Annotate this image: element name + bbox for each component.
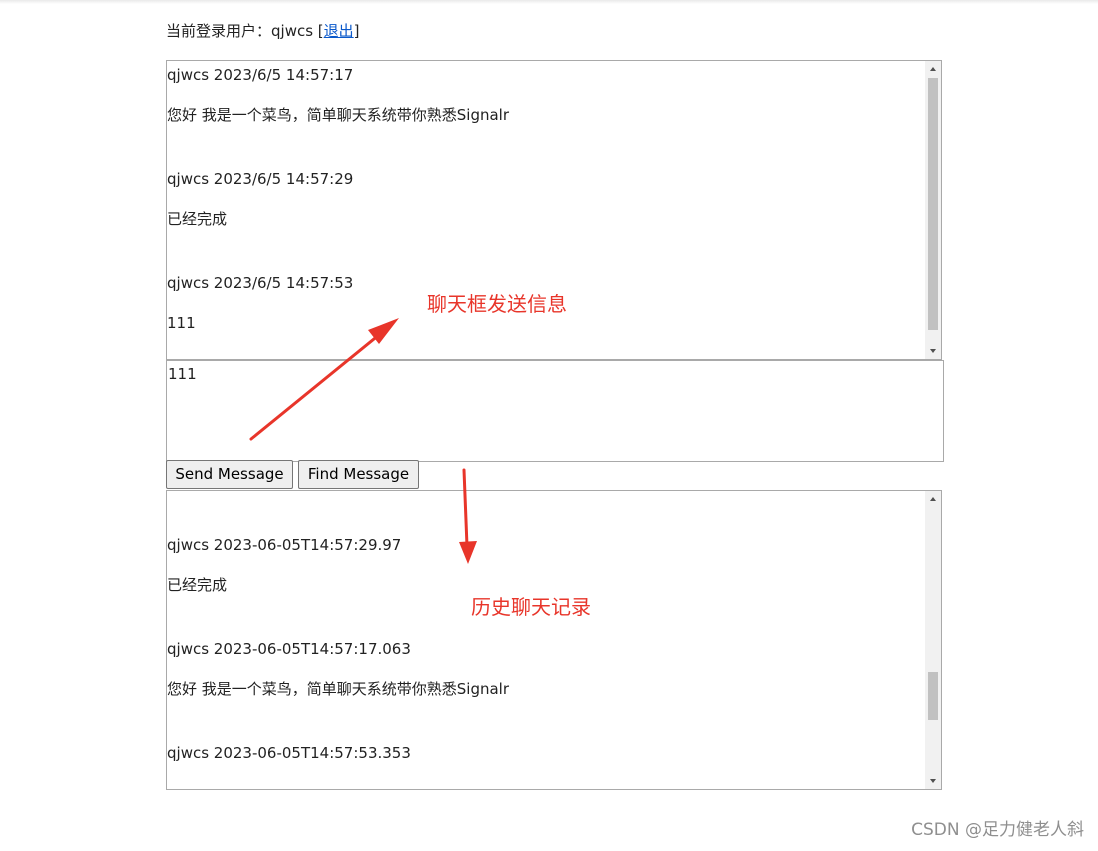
chat-scrollbar[interactable] — [925, 61, 941, 359]
find-message-button[interactable]: Find Message — [298, 460, 419, 489]
current-user-bar: 当前登录用户：qjwcs [退出] — [166, 20, 360, 42]
chat-message: qjwcs 2023/6/5 14:57:29 已经完成 — [167, 167, 925, 271]
history-message-body: 您好 我是一个菜鸟，简单聊天系统带你熟悉Signalr — [167, 680, 510, 698]
current-user-label: 当前登录用户：qjwcs — [166, 22, 318, 40]
csdn-watermark: CSDN @足力健老人斜 — [911, 820, 1084, 840]
chat-message-body: 已经完成 — [167, 210, 228, 228]
history-message-meta: qjwcs 2023-06-05T14:57:29.97 — [167, 536, 402, 554]
history-message-list: 111 qjwcs 2023-06-05T14:57:29.97 已经完成 qj… — [167, 491, 925, 789]
chat-message-body: 您好 我是一个菜鸟，简单聊天系统带你熟悉Signalr — [167, 106, 510, 124]
chat-message-meta: qjwcs 2023/6/5 14:57:17 — [167, 66, 354, 84]
top-shadow — [0, 0, 1098, 4]
scroll-up-arrow-icon[interactable] — [925, 61, 941, 77]
chat-box-annotation: 聊天框发送信息 — [427, 292, 567, 316]
bracket-close: ] — [353, 22, 360, 40]
history-message: qjwcs 2023-06-05T14:57:17.063 您好 我是一个菜鸟，… — [167, 637, 925, 741]
send-message-button[interactable]: Send Message — [166, 460, 293, 489]
history-scrollbar-thumb[interactable] — [928, 672, 938, 720]
logout-link[interactable]: 退出 — [324, 22, 354, 40]
scroll-up-arrow-icon[interactable] — [925, 491, 941, 507]
history-message-body — [167, 781, 925, 789]
history-annotation: 历史聊天记录 — [471, 595, 591, 619]
history-scrollbar[interactable] — [925, 491, 941, 789]
scroll-down-arrow-icon[interactable] — [925, 773, 941, 789]
scroll-down-arrow-icon[interactable] — [925, 343, 941, 359]
history-message-list-viewport: 111 qjwcs 2023-06-05T14:57:29.97 已经完成 qj… — [167, 491, 925, 789]
history-message: qjwcs 2023-06-05T14:57:29.97 已经完成 — [167, 533, 925, 637]
chat-scrollbar-thumb[interactable] — [928, 78, 938, 330]
history-message-meta: qjwcs 2023-06-05T14:57:17.063 — [167, 640, 411, 658]
history-message-panel[interactable]: 111 qjwcs 2023-06-05T14:57:29.97 已经完成 qj… — [166, 490, 942, 790]
history-message-body: 111 — [167, 491, 925, 493]
chat-message: qjwcs 2023/6/5 14:57:17 您好 我是一个菜鸟，简单聊天系统… — [167, 63, 925, 167]
history-message-meta: qjwcs 2023-06-05T14:57:53.353 — [167, 744, 411, 762]
history-message: qjwcs 2023-06-05T14:57:53.353 — [167, 741, 925, 789]
chat-message-meta: qjwcs 2023/6/5 14:57:29 — [167, 170, 354, 188]
message-input[interactable]: 111 — [166, 360, 944, 462]
history-message: 111 — [167, 491, 925, 533]
